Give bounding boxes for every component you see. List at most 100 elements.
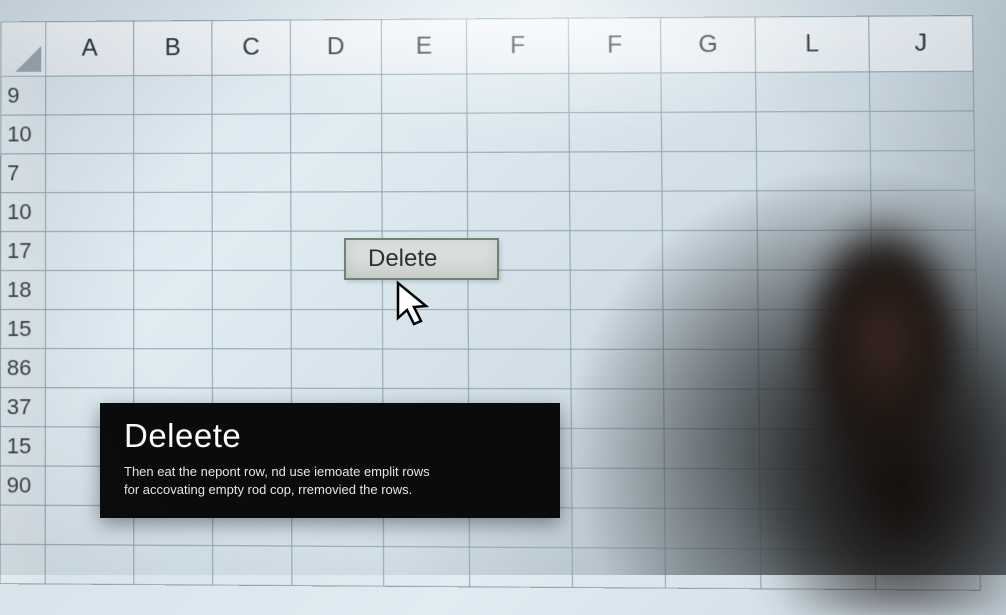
column-header[interactable]: G	[660, 17, 755, 73]
cell[interactable]	[212, 349, 291, 388]
cell[interactable]	[663, 310, 758, 350]
cell[interactable]	[760, 469, 875, 509]
column-header[interactable]: B	[134, 20, 212, 75]
cell[interactable]	[870, 111, 975, 151]
cell[interactable]	[570, 270, 663, 310]
cell[interactable]	[468, 310, 571, 350]
cell[interactable]	[571, 349, 664, 389]
column-header[interactable]: J	[869, 15, 974, 71]
cell[interactable]	[569, 152, 662, 192]
cell[interactable]	[46, 231, 134, 270]
cell[interactable]	[46, 76, 134, 115]
cell[interactable]	[382, 152, 468, 191]
cell[interactable]	[134, 545, 213, 585]
cell[interactable]	[469, 547, 572, 587]
cell[interactable]	[291, 113, 382, 152]
cell[interactable]	[382, 192, 468, 231]
cell[interactable]	[467, 191, 569, 231]
cell[interactable]	[873, 389, 978, 429]
cell[interactable]	[662, 151, 757, 191]
cell[interactable]	[874, 469, 979, 510]
cell[interactable]	[758, 310, 873, 350]
cell[interactable]	[134, 192, 212, 231]
cell[interactable]	[45, 545, 134, 585]
cell[interactable]	[570, 231, 663, 271]
cell[interactable]	[871, 230, 976, 270]
cell[interactable]	[45, 310, 133, 349]
cell[interactable]	[869, 71, 973, 111]
cell[interactable]	[45, 270, 133, 309]
cell[interactable]	[212, 231, 291, 270]
row-header[interactable]: 17	[1, 232, 46, 271]
cell[interactable]	[382, 310, 468, 349]
cell[interactable]	[212, 192, 291, 231]
cell[interactable]	[570, 310, 663, 350]
cell[interactable]	[381, 74, 467, 114]
cell[interactable]	[665, 548, 761, 589]
row-header[interactable]: 90	[0, 466, 45, 505]
cell[interactable]	[46, 153, 134, 192]
cell[interactable]	[664, 469, 760, 509]
cell[interactable]	[383, 547, 469, 587]
cell[interactable]	[467, 152, 569, 192]
row-header[interactable]: 10	[1, 193, 46, 232]
row-header[interactable]: 9	[1, 76, 46, 115]
cell[interactable]	[760, 549, 875, 590]
cell[interactable]	[664, 429, 760, 469]
cell[interactable]	[382, 113, 468, 152]
cell[interactable]	[212, 310, 291, 349]
cell[interactable]	[665, 508, 761, 548]
cell[interactable]	[383, 349, 469, 389]
cell[interactable]	[46, 115, 134, 154]
cell[interactable]	[661, 112, 756, 152]
cell[interactable]	[873, 350, 978, 390]
row-header[interactable]	[0, 505, 45, 545]
row-header[interactable]: 37	[0, 388, 45, 427]
cell[interactable]	[875, 509, 980, 550]
cell[interactable]	[134, 153, 212, 192]
cell[interactable]	[758, 349, 873, 389]
cell[interactable]	[572, 468, 665, 508]
cell[interactable]	[570, 191, 663, 231]
cell[interactable]	[467, 113, 569, 153]
column-header[interactable]: F	[568, 18, 661, 74]
cell[interactable]	[569, 112, 662, 152]
cell[interactable]	[757, 230, 872, 270]
cell[interactable]	[759, 389, 874, 429]
cell[interactable]	[134, 231, 213, 270]
cell[interactable]	[134, 75, 212, 114]
cell[interactable]	[467, 73, 569, 113]
row-header[interactable]: 15	[0, 309, 45, 348]
column-header[interactable]: E	[381, 19, 467, 75]
cell[interactable]	[571, 428, 664, 468]
cell[interactable]	[662, 191, 757, 231]
cell[interactable]	[468, 349, 571, 389]
select-all-corner[interactable]	[1, 22, 46, 77]
row-header[interactable]: 7	[1, 154, 46, 193]
cell[interactable]	[291, 192, 382, 231]
cell[interactable]	[134, 349, 213, 388]
cell[interactable]	[870, 151, 975, 191]
cell[interactable]	[661, 72, 756, 112]
cell[interactable]	[46, 192, 134, 231]
cell[interactable]	[757, 191, 871, 231]
cell[interactable]	[663, 270, 758, 310]
cell[interactable]	[664, 389, 760, 429]
cell[interactable]	[212, 114, 291, 153]
cell[interactable]	[213, 546, 292, 586]
column-header[interactable]: D	[290, 19, 381, 75]
cell[interactable]	[569, 73, 662, 113]
cell[interactable]	[756, 151, 870, 191]
cell[interactable]	[571, 389, 664, 429]
cell[interactable]	[291, 153, 382, 192]
cell[interactable]	[756, 72, 870, 112]
cell[interactable]	[662, 230, 757, 270]
cell[interactable]	[759, 429, 874, 469]
row-header[interactable]: 86	[0, 349, 45, 388]
delete-button[interactable]: Delete	[344, 238, 499, 280]
cell[interactable]	[572, 548, 665, 588]
row-header[interactable]	[0, 544, 45, 584]
row-header[interactable]: 18	[0, 270, 45, 309]
cell[interactable]	[756, 111, 870, 151]
cell[interactable]	[134, 310, 213, 349]
